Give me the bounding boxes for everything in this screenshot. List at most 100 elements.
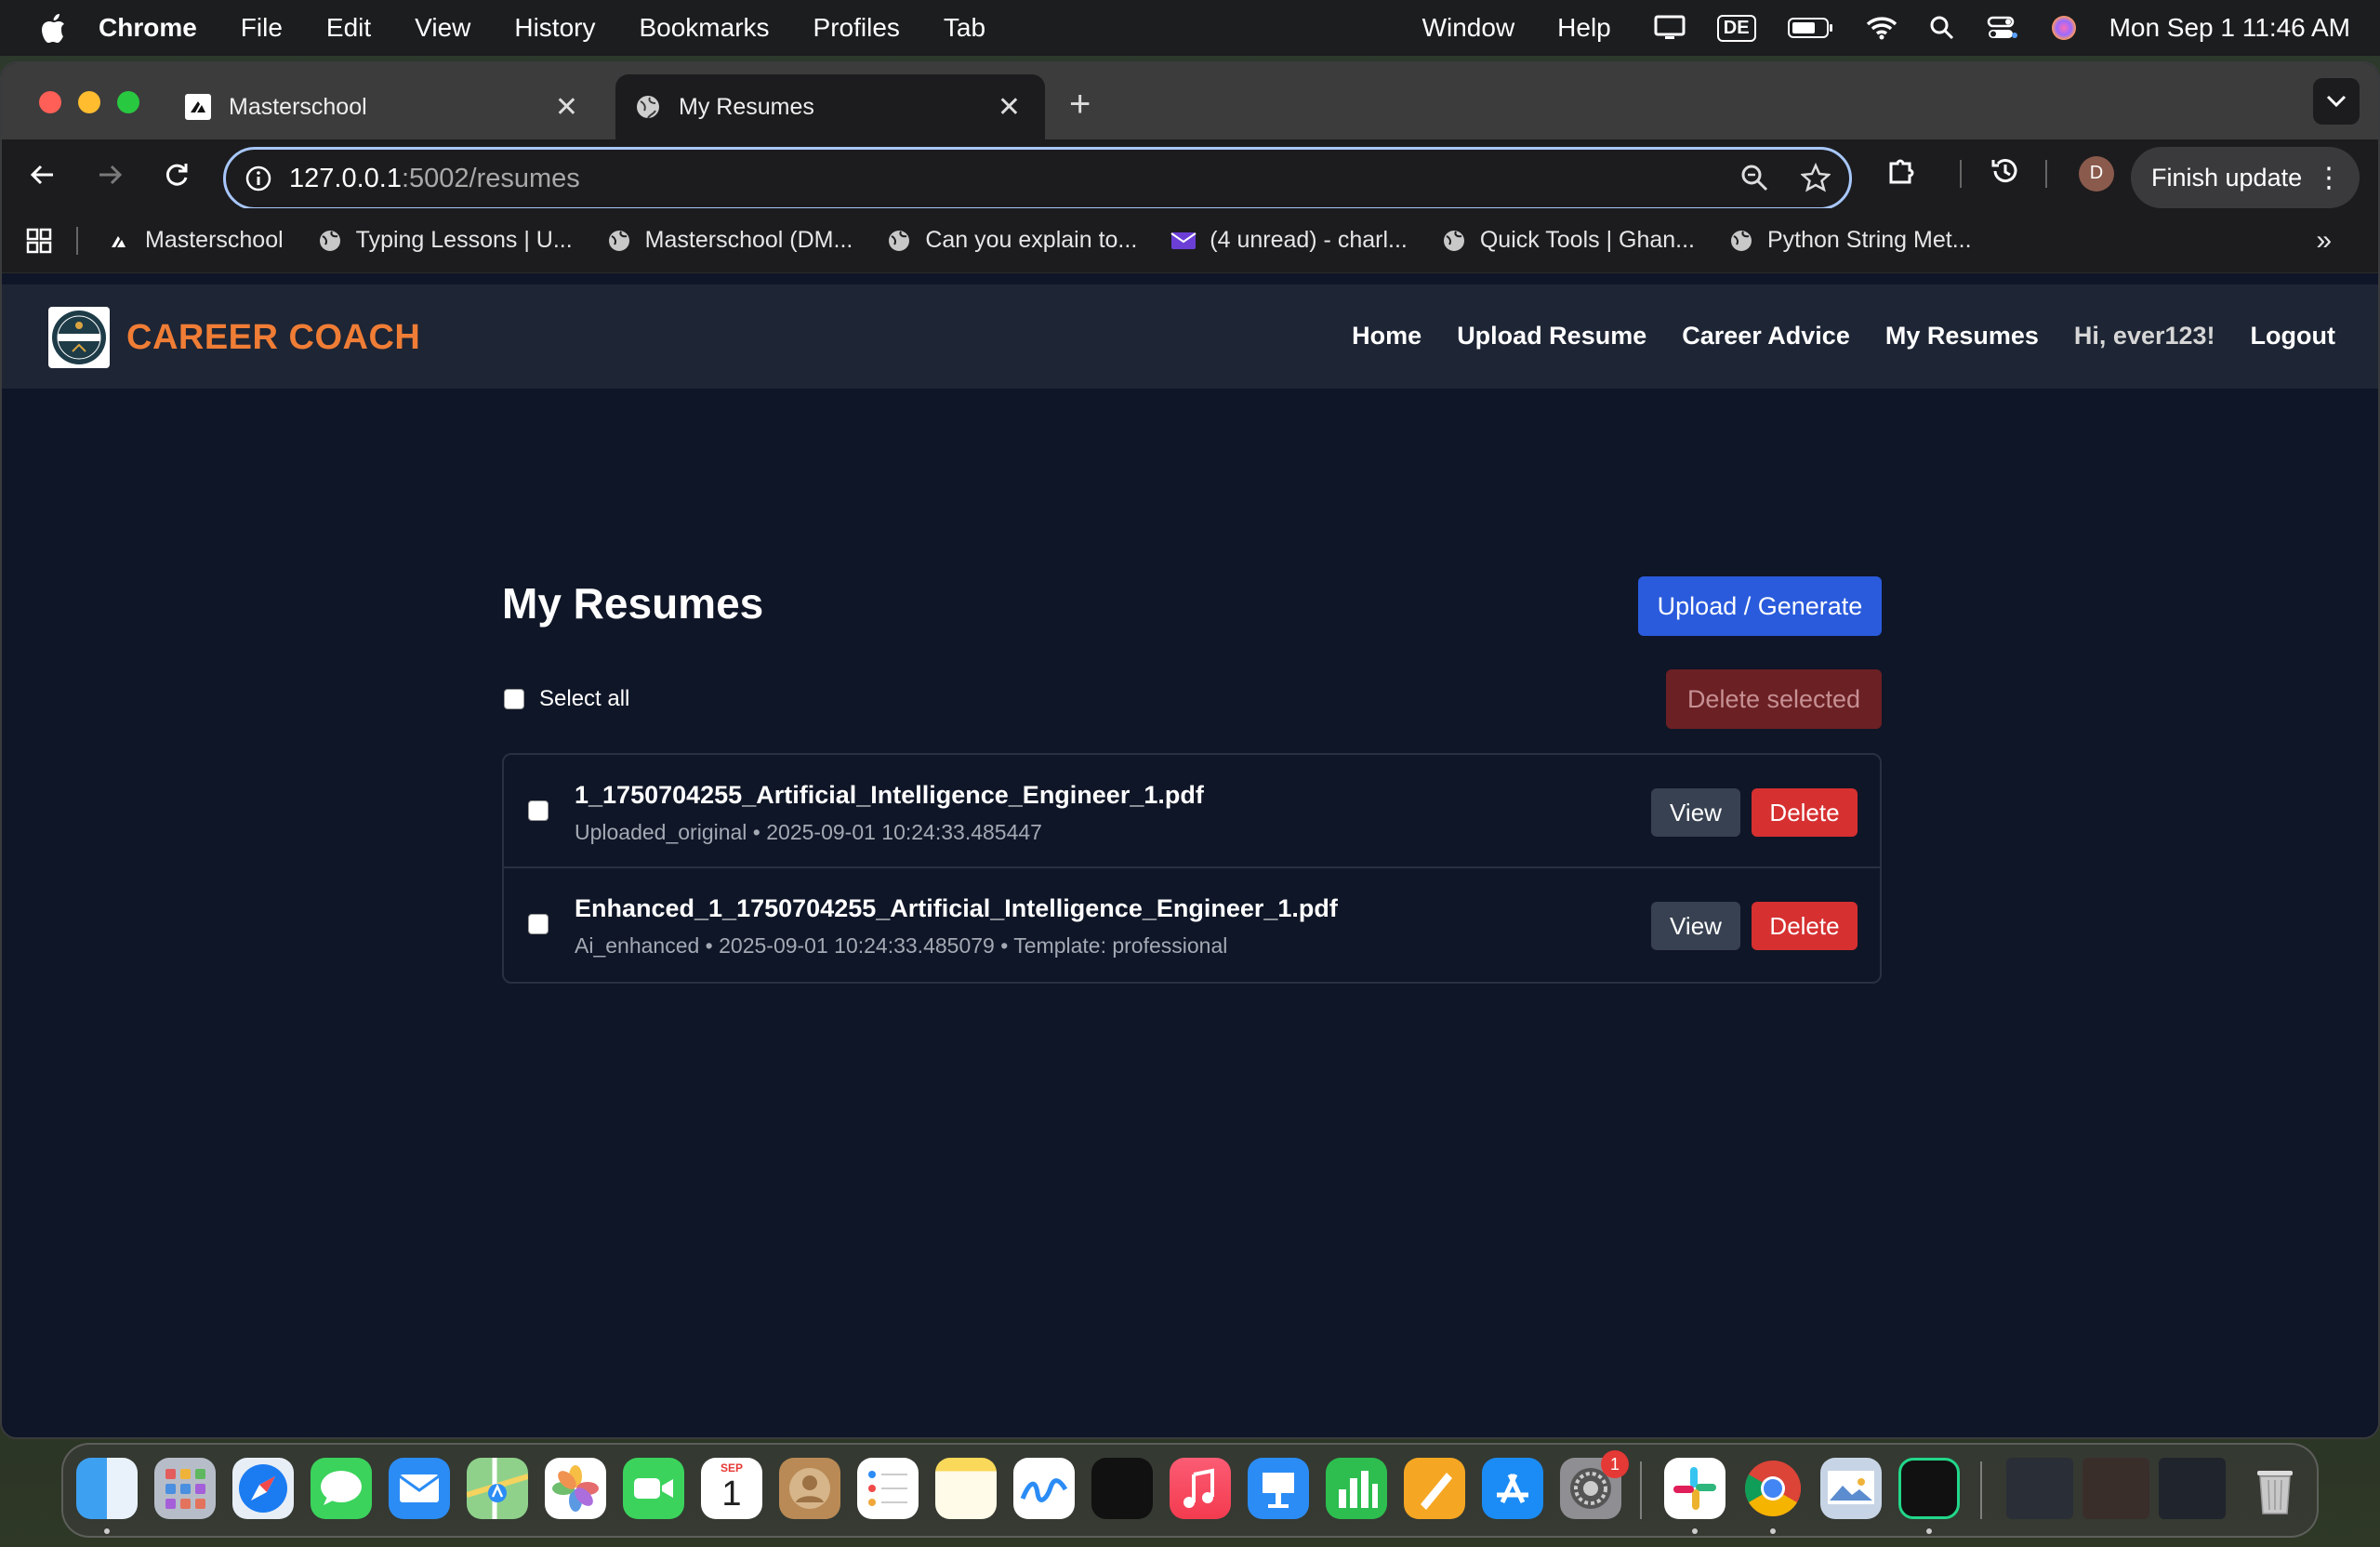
launchpad-icon[interactable] <box>154 1458 216 1519</box>
menu-profiles[interactable]: Profiles <box>813 13 900 43</box>
bookmark-unread-mail[interactable]: (4 unread) - charl... <box>1170 227 1408 254</box>
freeform-icon[interactable] <box>1013 1458 1075 1519</box>
delete-button[interactable]: Delete <box>1752 788 1858 837</box>
wifi-icon[interactable] <box>1866 16 1897 40</box>
address-bar[interactable]: 127.0.0.1:5002/resumes <box>223 147 1852 210</box>
resume-checkbox[interactable] <box>528 800 549 821</box>
reload-icon[interactable] <box>158 156 195 193</box>
view-button[interactable]: View <box>1651 902 1740 950</box>
photos-icon[interactable] <box>545 1458 606 1519</box>
nav-home[interactable]: Home <box>1352 322 1421 350</box>
extensions-puzzle-icon[interactable] <box>1885 154 1919 192</box>
messages-icon[interactable] <box>311 1458 372 1519</box>
menu-help[interactable]: Help <box>1557 13 1611 43</box>
finder-icon[interactable] <box>76 1458 138 1519</box>
close-tab-icon[interactable]: ✕ <box>555 91 578 124</box>
toolbar-divider <box>1960 159 1962 188</box>
bookmark-masterschool-dm[interactable]: Masterschool (DM... <box>606 227 853 254</box>
bookmark-quick-tools[interactable]: Quick Tools | Ghan... <box>1441 227 1695 254</box>
tv-icon[interactable] <box>1091 1458 1153 1519</box>
menu-edit[interactable]: Edit <box>326 13 371 43</box>
nav-my-resumes[interactable]: My Resumes <box>1885 322 2039 350</box>
nav-career-advice[interactable]: Career Advice <box>1682 322 1850 350</box>
zoom-magnifier-icon[interactable] <box>1739 163 1769 200</box>
back-arrow-icon[interactable] <box>24 156 61 193</box>
chrome-icon[interactable] <box>1742 1458 1804 1519</box>
calendar-icon[interactable]: SEP 1 <box>701 1458 762 1519</box>
zoom-window-button[interactable] <box>117 91 139 113</box>
site-info-icon[interactable] <box>245 165 272 192</box>
menu-file[interactable]: File <box>241 13 283 43</box>
preview-icon[interactable] <box>1820 1458 1882 1519</box>
upload-generate-button[interactable]: Upload / Generate <box>1638 576 1882 636</box>
keyboard-layout-badge[interactable]: DE <box>1716 14 1756 42</box>
select-all-control[interactable]: Select all <box>504 686 629 712</box>
select-all-checkbox[interactable] <box>504 689 524 709</box>
close-tab-icon[interactable]: ✕ <box>998 91 1021 124</box>
keynote-icon[interactable] <box>1248 1458 1309 1519</box>
apple-menu-icon[interactable] <box>39 12 67 44</box>
control-center-icon[interactable] <box>1987 15 2018 41</box>
contacts-icon[interactable] <box>779 1458 840 1519</box>
menu-window[interactable]: Window <box>1422 13 1515 43</box>
app-store-icon[interactable] <box>1482 1458 1543 1519</box>
career-coach-logo[interactable] <box>48 307 110 368</box>
battery-icon[interactable] <box>1787 17 1834 39</box>
music-icon[interactable] <box>1170 1458 1231 1519</box>
notes-icon[interactable] <box>935 1458 997 1519</box>
system-settings-icon[interactable]: 1 <box>1560 1450 1629 1519</box>
bookmark-masterschool[interactable]: Masterschool <box>106 227 284 254</box>
safari-icon[interactable] <box>232 1458 294 1519</box>
brand-name[interactable]: CAREER COACH <box>126 318 420 358</box>
facetime-icon[interactable] <box>623 1458 684 1519</box>
bookmark-can-you-explain[interactable]: Can you explain to... <box>886 227 1137 254</box>
numbers-icon[interactable] <box>1326 1458 1387 1519</box>
menu-bar-clock[interactable]: Mon Sep 1 11:46 AM <box>2109 13 2350 43</box>
more-vertical-icon[interactable]: ⋮ <box>2315 162 2343 194</box>
bookmark-star-icon[interactable] <box>1799 162 1832 200</box>
globe-icon <box>1441 228 1467 254</box>
minimized-window-thumbnail[interactable] <box>2159 1458 2226 1519</box>
spotlight-search-icon[interactable] <box>1929 15 1955 41</box>
mail-icon[interactable] <box>389 1458 450 1519</box>
tab-search-chevron-down-icon[interactable] <box>2313 78 2360 125</box>
window-controls <box>39 91 139 113</box>
pages-icon[interactable] <box>1404 1458 1465 1519</box>
nav-upload-resume[interactable]: Upload Resume <box>1457 322 1646 350</box>
minimized-window-thumbnail[interactable] <box>2006 1458 2073 1519</box>
profile-avatar[interactable]: D <box>2079 155 2114 192</box>
history-clock-icon[interactable] <box>1990 155 2021 192</box>
maps-icon[interactable] <box>466 1458 529 1519</box>
close-window-button[interactable] <box>39 91 61 113</box>
menu-history[interactable]: History <box>514 13 595 43</box>
globe-icon <box>634 93 662 121</box>
new-tab-plus-icon[interactable]: + <box>1069 84 1091 126</box>
bookmark-python-string[interactable]: Python String Met... <box>1728 227 1972 254</box>
siri-icon[interactable] <box>2050 14 2078 42</box>
resume-checkbox[interactable] <box>528 914 549 934</box>
minimized-window-thumbnail[interactable] <box>2082 1458 2149 1519</box>
menu-view[interactable]: View <box>415 13 470 43</box>
slack-icon[interactable] <box>1664 1458 1726 1519</box>
tab-masterschool[interactable]: Masterschool ✕ <box>184 74 602 139</box>
pycharm-icon[interactable] <box>1898 1458 1960 1519</box>
view-button[interactable]: View <box>1651 788 1740 837</box>
trash-icon[interactable] <box>2244 1458 2306 1519</box>
delete-button[interactable]: Delete <box>1752 902 1858 950</box>
apps-grid-icon[interactable] <box>26 228 52 254</box>
reminders-icon[interactable] <box>857 1458 919 1519</box>
menu-app-name[interactable]: Chrome <box>99 13 197 43</box>
macos-menu-bar: Chrome File Edit View History Bookmarks … <box>0 0 2380 56</box>
menu-bookmarks[interactable]: Bookmarks <box>639 13 769 43</box>
display-icon[interactable] <box>1654 15 1686 41</box>
bookmark-label: Masterschool (DM... <box>644 227 853 253</box>
minimize-window-button[interactable] <box>78 91 100 113</box>
forward-arrow-icon[interactable] <box>91 156 128 193</box>
more-bookmarks-chevron-icon[interactable]: » <box>2316 225 2332 257</box>
nav-logout[interactable]: Logout <box>2251 322 2335 350</box>
menu-tab[interactable]: Tab <box>944 13 985 43</box>
bookmark-typing-lessons[interactable]: Typing Lessons | U... <box>317 227 573 254</box>
delete-selected-button[interactable]: Delete selected <box>1666 669 1882 729</box>
finish-update-button[interactable]: Finish update ⋮ <box>2131 147 2360 208</box>
tab-my-resumes[interactable]: My Resumes ✕ <box>615 74 1045 139</box>
